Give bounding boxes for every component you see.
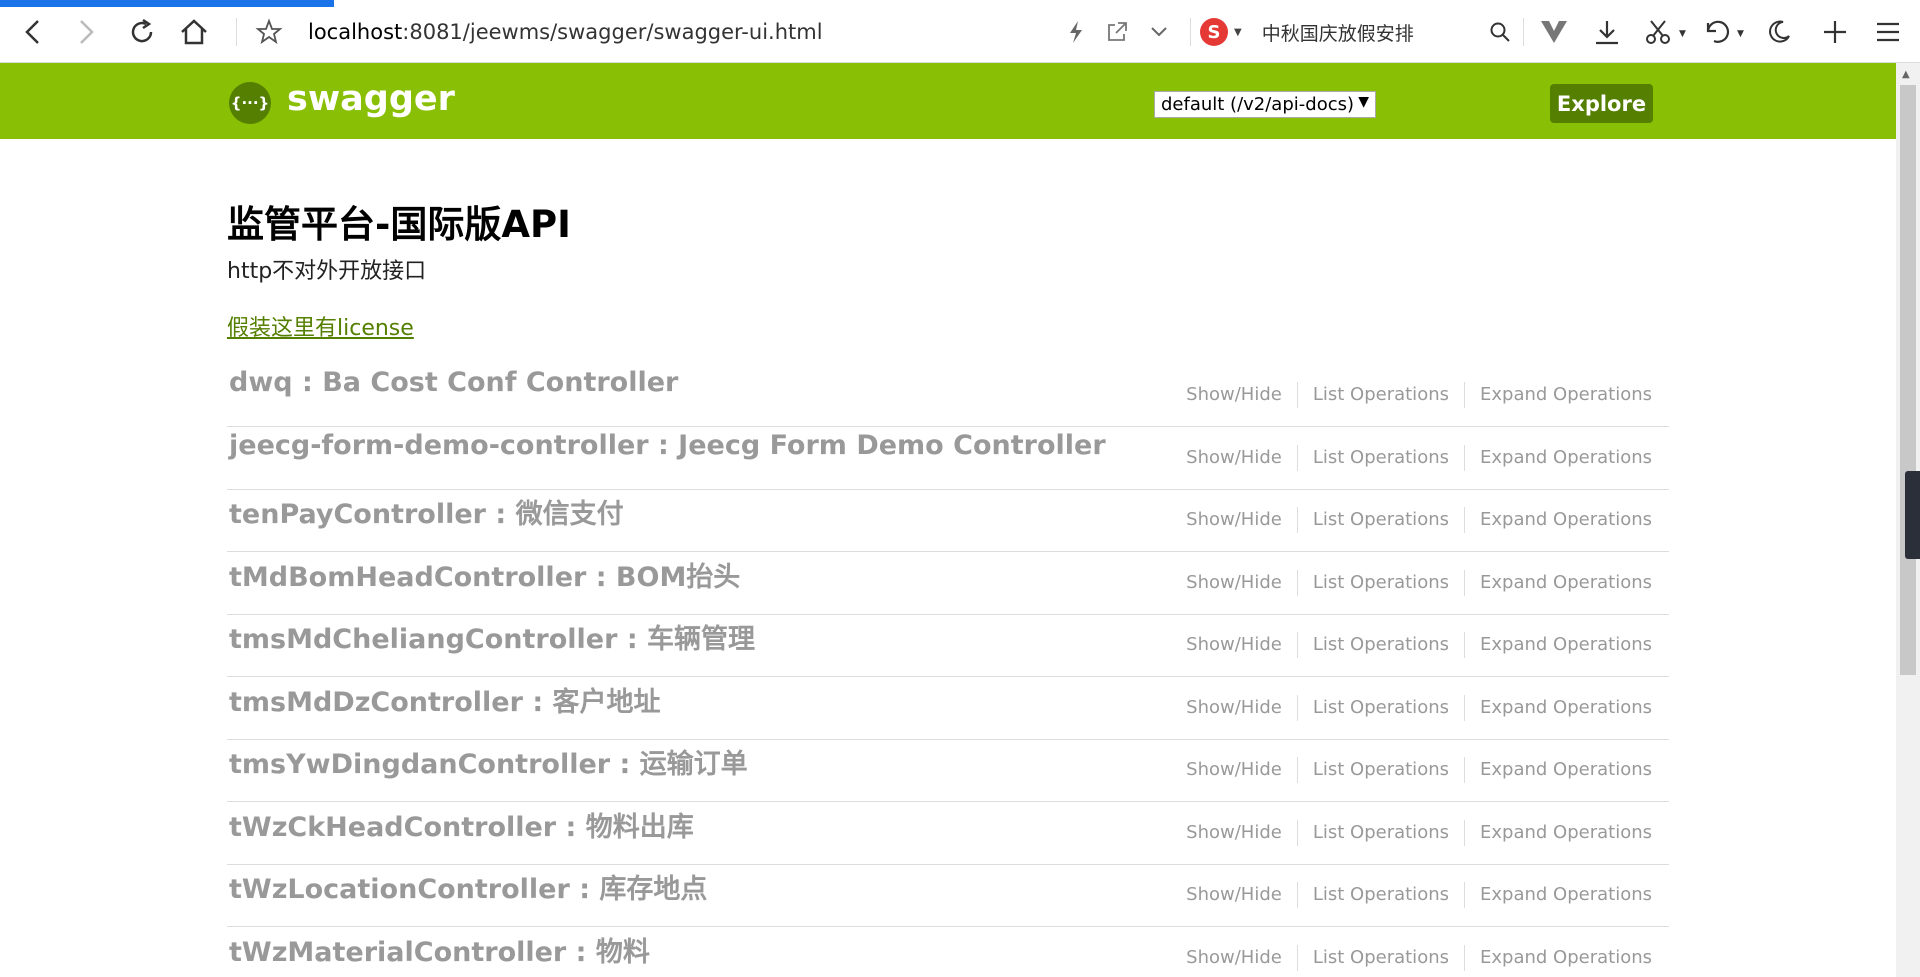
resource-row: jeecg-form-demo-controller : Jeecg Form … — [227, 428, 1669, 490]
forward-icon[interactable] — [68, 14, 104, 50]
search-suggestion[interactable]: 中秋国庆放假安排 — [1262, 19, 1414, 46]
address-bar[interactable]: localhost:8081/jeewms/swagger/swagger-ui… — [308, 20, 823, 44]
resource-operations: Show/Hide List Operations Expand Operation… — [1171, 882, 1652, 908]
resource-row: tWzCkHeadController : 物料出库 Show/Hide List … — [227, 803, 1669, 865]
list-operations-link[interactable]: List Operations — [1298, 882, 1465, 908]
show-hide-link[interactable]: Show/Hide — [1171, 819, 1298, 846]
resource-operations: Show/Hide List Operations Expand Operation… — [1171, 632, 1652, 658]
resource-operations: Show/Hide List Operations Expand Operation… — [1171, 444, 1652, 471]
resource-row: tmsMdDzController : 客户地址 Show/Hide List Op… — [227, 678, 1669, 740]
resource-operations: Show/Hide List Operations Expand Operation… — [1171, 819, 1652, 846]
expand-operations-link[interactable]: Expand Operations — [1465, 507, 1652, 533]
list-operations-link[interactable]: List Operations — [1298, 569, 1465, 596]
list-operations-link[interactable]: List Operations — [1298, 757, 1465, 783]
resource-operations: Show/Hide List Operations Expand Operation… — [1171, 507, 1652, 533]
spec-select-value: default (/v2/api-docs) — [1161, 94, 1354, 115]
resource-name[interactable]: tmsMdDzController : 客户地址 — [229, 680, 661, 719]
select-arrow-icon: ▼ — [1358, 94, 1369, 110]
search-icon[interactable] — [1482, 14, 1518, 50]
show-hide-link[interactable]: Show/Hide — [1171, 444, 1298, 471]
scrollbar-thumb[interactable] — [1900, 85, 1916, 675]
scissors-icon[interactable] — [1640, 14, 1676, 50]
sogou-logo-icon: S — [1200, 18, 1228, 46]
resource-operations: Show/Hide List Operations Expand Operation… — [1171, 694, 1652, 721]
list-operations-link[interactable]: List Operations — [1298, 944, 1465, 971]
menu-icon[interactable] — [1870, 14, 1906, 50]
list-operations-link[interactable]: List Operations — [1298, 632, 1465, 658]
scroll-up-icon[interactable]: ▲ — [1902, 69, 1910, 80]
swagger-logo-icon[interactable]: {···} — [229, 82, 271, 124]
show-hide-link[interactable]: Show/Hide — [1171, 757, 1298, 783]
home-icon[interactable] — [176, 14, 212, 50]
expand-operations-link[interactable]: Expand Operations — [1465, 882, 1652, 908]
spec-select[interactable]: default (/v2/api-docs) ▼ — [1154, 91, 1376, 118]
resource-operations: Show/Hide List Operations Expand Operation… — [1171, 569, 1652, 596]
resource-row: tWzMaterialController : 物料 Show/Hide List … — [227, 928, 1669, 977]
api-title: 监管平台-国际版API — [227, 203, 571, 246]
resource-name[interactable]: tWzMaterialController : 物料 — [229, 930, 650, 969]
v-icon[interactable] — [1536, 14, 1572, 50]
show-hide-link[interactable]: Show/Hide — [1171, 944, 1298, 971]
license-link[interactable]: 假装这里有license — [227, 310, 414, 342]
resource-name[interactable]: tmsMdCheliangController : 车辆管理 — [229, 617, 755, 656]
expand-operations-link[interactable]: Expand Operations — [1465, 445, 1652, 471]
show-hide-link[interactable]: Show/Hide — [1171, 882, 1298, 908]
resource-row: dwq : Ba Cost Conf Controller Show/Hide Li… — [227, 365, 1669, 427]
engine-dropdown-icon[interactable]: ▼ — [1234, 27, 1242, 38]
chevron-down-icon[interactable] — [1141, 14, 1177, 50]
back-icon[interactable] — [15, 14, 51, 50]
show-hide-link[interactable]: Show/Hide — [1171, 694, 1298, 721]
resource-row: tmsYwDingdanController : 运输订单 Show/Hide Li… — [227, 740, 1669, 802]
resource-name[interactable]: tenPayController : 微信支付 — [229, 492, 624, 531]
show-hide-link[interactable]: Show/Hide — [1171, 507, 1298, 533]
list-operations-link[interactable]: List Operations — [1298, 819, 1465, 846]
expand-operations-link[interactable]: Expand Operations — [1465, 570, 1652, 596]
list-operations-link[interactable]: List Operations — [1298, 694, 1465, 721]
resource-row: tenPayController : 微信支付 Show/Hide List Ope… — [227, 490, 1669, 552]
download-icon[interactable] — [1589, 14, 1625, 50]
expand-operations-link[interactable]: Expand Operations — [1465, 945, 1652, 971]
star-icon[interactable] — [251, 14, 287, 50]
list-operations-link[interactable]: List Operations — [1298, 507, 1465, 533]
share-icon[interactable] — [1099, 14, 1135, 50]
resource-row: tmsMdCheliangController : 车辆管理 Show/Hide L… — [227, 615, 1669, 677]
resource-name[interactable]: jeecg-form-demo-controller : Jeecg Form … — [229, 430, 1106, 461]
moon-icon[interactable] — [1761, 14, 1797, 50]
browser-toolbar: localhost:8081/jeewms/swagger/swagger-ui… — [0, 0, 1920, 63]
search-engine-box[interactable]: S ▼ 中秋国庆放假安排 — [1200, 18, 1414, 46]
show-hide-link[interactable]: Show/Hide — [1171, 632, 1298, 658]
api-description: http不对外开放接口 — [227, 259, 427, 284]
resource-name[interactable]: tWzCkHeadController : 物料出库 — [229, 805, 694, 844]
resource-row: tWzLocationController : 库存地点 Show/Hide Lis… — [227, 865, 1669, 927]
resource-operations: Show/Hide List Operations Expand Operation… — [1171, 757, 1652, 783]
list-operations-link[interactable]: List Operations — [1298, 444, 1465, 471]
resource-operations: Show/Hide List Operations Expand Operation… — [1171, 382, 1652, 408]
plus-icon[interactable] — [1817, 14, 1853, 50]
swagger-brand[interactable]: swagger — [287, 79, 455, 119]
expand-operations-link[interactable]: Expand Operations — [1465, 382, 1652, 408]
resource-operations: Show/Hide List Operations Expand Operation… — [1171, 944, 1652, 971]
expand-operations-link[interactable]: Expand Operations — [1465, 632, 1652, 658]
resource-name[interactable]: tMdBomHeadController : BOM抬头 — [229, 555, 740, 594]
show-hide-link[interactable]: Show/Hide — [1171, 382, 1298, 408]
lightning-icon[interactable] — [1058, 14, 1094, 50]
resource-name[interactable]: tWzLocationController : 库存地点 — [229, 867, 707, 906]
side-widget[interactable] — [1905, 471, 1920, 559]
page-load-progress — [0, 0, 334, 7]
resource-name[interactable]: tmsYwDingdanController : 运输订单 — [229, 742, 748, 781]
list-operations-link[interactable]: List Operations — [1298, 382, 1465, 408]
show-hide-link[interactable]: Show/Hide — [1171, 569, 1298, 596]
url-path: :8081/jeewms/swagger/swagger-ui.html — [402, 20, 823, 44]
expand-operations-link[interactable]: Expand Operations — [1465, 820, 1652, 846]
url-host: localhost — [308, 20, 403, 44]
resource-row: tMdBomHeadController : BOM抬头 Show/Hide Lis… — [227, 553, 1669, 615]
expand-operations-link[interactable]: Expand Operations — [1465, 757, 1652, 783]
undo-icon[interactable] — [1698, 14, 1734, 50]
expand-operations-link[interactable]: Expand Operations — [1465, 695, 1652, 721]
explore-button[interactable]: Explore — [1550, 84, 1653, 123]
reload-icon[interactable] — [124, 14, 160, 50]
resource-name[interactable]: dwq : Ba Cost Conf Controller — [229, 367, 678, 398]
